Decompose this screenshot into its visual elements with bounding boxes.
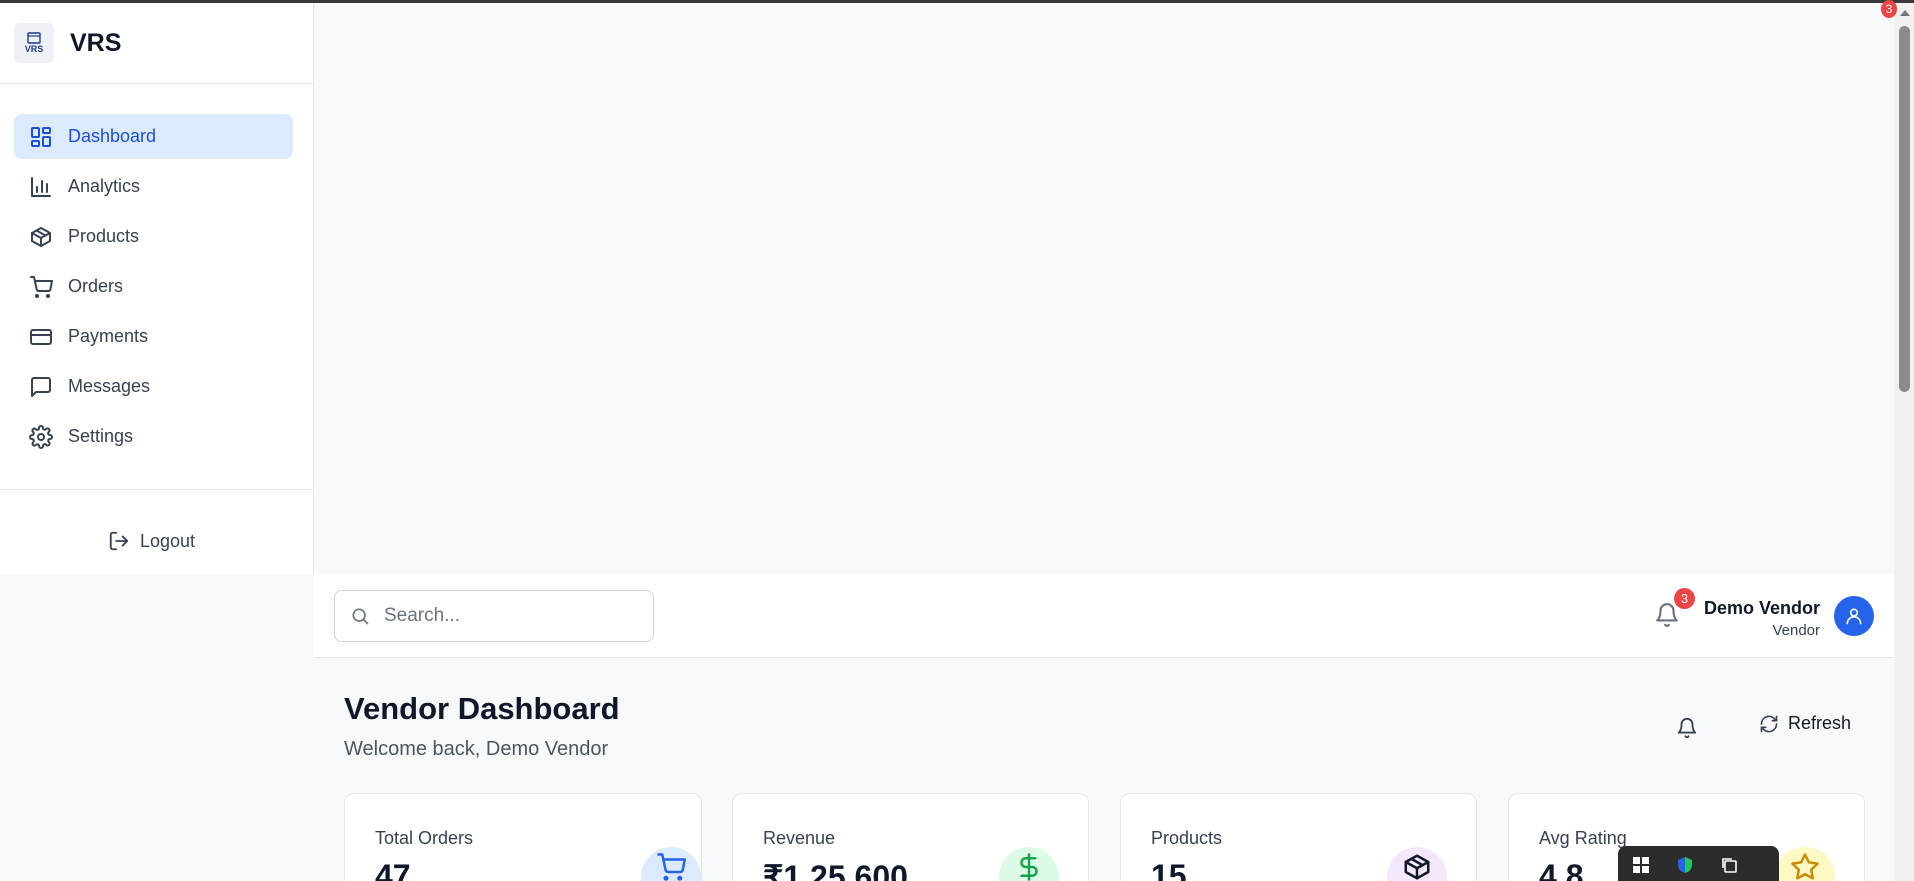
- window-top-border: [0, 0, 1914, 3]
- user-name: Demo Vendor: [1703, 598, 1820, 618]
- sidebar-item-label: Analytics: [68, 176, 141, 196]
- sidebar-item-label: Orders: [68, 276, 124, 296]
- sidebar-item-products[interactable]: Products: [14, 214, 293, 259]
- sidebar: VRS VRS Dashboard Analytics Products Ord…: [0, 3, 314, 574]
- stat-icon-badge: [999, 847, 1059, 881]
- stat-icon-badge: [1387, 847, 1447, 881]
- page-subtitle: Welcome back, Demo Vendor: [344, 738, 609, 760]
- scroll-up-arrow[interactable]: [1900, 10, 1910, 16]
- message-icon: [31, 376, 51, 397]
- cart-icon: [657, 853, 686, 881]
- refresh-label: Refresh: [1788, 713, 1852, 733]
- page-title: Vendor Dashboard: [344, 691, 620, 726]
- bell-icon: [1677, 718, 1697, 739]
- credit-card-icon: [30, 328, 52, 345]
- copy-icon[interactable]: [1720, 856, 1738, 874]
- stat-value: 4.8: [1539, 858, 1584, 881]
- sidebar-item-dashboard[interactable]: Dashboard: [14, 114, 293, 159]
- brand-logo-text: VRS: [24, 44, 44, 54]
- stat-card-revenue[interactable]: Revenue ₹1,25,600: [732, 793, 1089, 881]
- browser-notification-badge: 3: [1881, 0, 1897, 18]
- windows-start-icon[interactable]: [1632, 856, 1650, 874]
- logo-box-icon: [27, 32, 41, 44]
- cart-icon: [30, 275, 53, 298]
- logout-label: Logout: [140, 530, 196, 551]
- stat-label: Revenue: [763, 828, 836, 848]
- package-icon: [31, 226, 51, 247]
- sidebar-item-settings[interactable]: Settings: [14, 414, 293, 459]
- stat-value: 15: [1151, 858, 1187, 881]
- search-icon: [352, 608, 369, 625]
- brand-name: VRS: [70, 28, 122, 57]
- notifications-button[interactable]: [1654, 602, 1680, 632]
- header-notifications-button[interactable]: [1676, 717, 1698, 739]
- sidebar-item-label: Messages: [68, 376, 151, 396]
- brand: VRS VRS: [0, 3, 313, 84]
- sidebar-item-label: Settings: [68, 426, 134, 446]
- scrollbar-thumb[interactable]: [1899, 26, 1910, 392]
- sidebar-item-label: Products: [68, 226, 140, 246]
- search-box[interactable]: [334, 590, 654, 642]
- stat-card-total-orders[interactable]: Total Orders 47: [344, 793, 702, 881]
- sidebar-item-analytics[interactable]: Analytics: [14, 164, 293, 209]
- sidebar-item-label: Dashboard: [68, 126, 157, 146]
- refresh-button[interactable]: Refresh: [1759, 713, 1851, 734]
- sidebar-item-orders[interactable]: Orders: [14, 264, 293, 309]
- stat-icon-badge: [1775, 847, 1835, 881]
- sidebar-item-messages[interactable]: Messages: [14, 364, 293, 409]
- search-input[interactable]: [384, 605, 644, 627]
- user-icon: [1846, 608, 1862, 625]
- sidebar-footer: Logout: [0, 489, 313, 551]
- star-icon: [1791, 853, 1819, 880]
- logout-icon: [109, 531, 129, 551]
- top-bar: 3 Demo Vendor Vendor: [314, 574, 1894, 658]
- os-taskbar-popup: [1618, 846, 1779, 881]
- stat-value: ₹1,25,600: [763, 859, 908, 881]
- stat-label: Products: [1151, 828, 1223, 848]
- sidebar-nav: Dashboard Analytics Products Orders Paym…: [0, 84, 313, 459]
- logout-button[interactable]: Logout: [108, 530, 195, 552]
- avatar[interactable]: [1834, 596, 1874, 636]
- stat-label: Total Orders: [375, 828, 474, 848]
- sidebar-item-label: Payments: [68, 326, 149, 346]
- stat-card-products[interactable]: Products 15: [1120, 793, 1477, 881]
- shield-icon[interactable]: [1676, 856, 1694, 874]
- stat-icon-badge: [641, 847, 701, 881]
- brand-logo[interactable]: VRS: [14, 23, 54, 63]
- stat-value: 47: [375, 858, 411, 881]
- dollar-icon: [1020, 853, 1038, 881]
- refresh-icon: [1760, 715, 1778, 732]
- user-role: Vendor: [1772, 622, 1820, 639]
- stat-label: Avg Rating: [1539, 828, 1627, 848]
- gear-icon: [29, 424, 53, 449]
- dashboard-icon: [31, 126, 51, 147]
- package-icon: [1404, 854, 1430, 880]
- bar-chart-icon: [31, 176, 51, 197]
- sidebar-item-payments[interactable]: Payments: [14, 314, 293, 359]
- notification-count-badge: 3: [1674, 588, 1695, 609]
